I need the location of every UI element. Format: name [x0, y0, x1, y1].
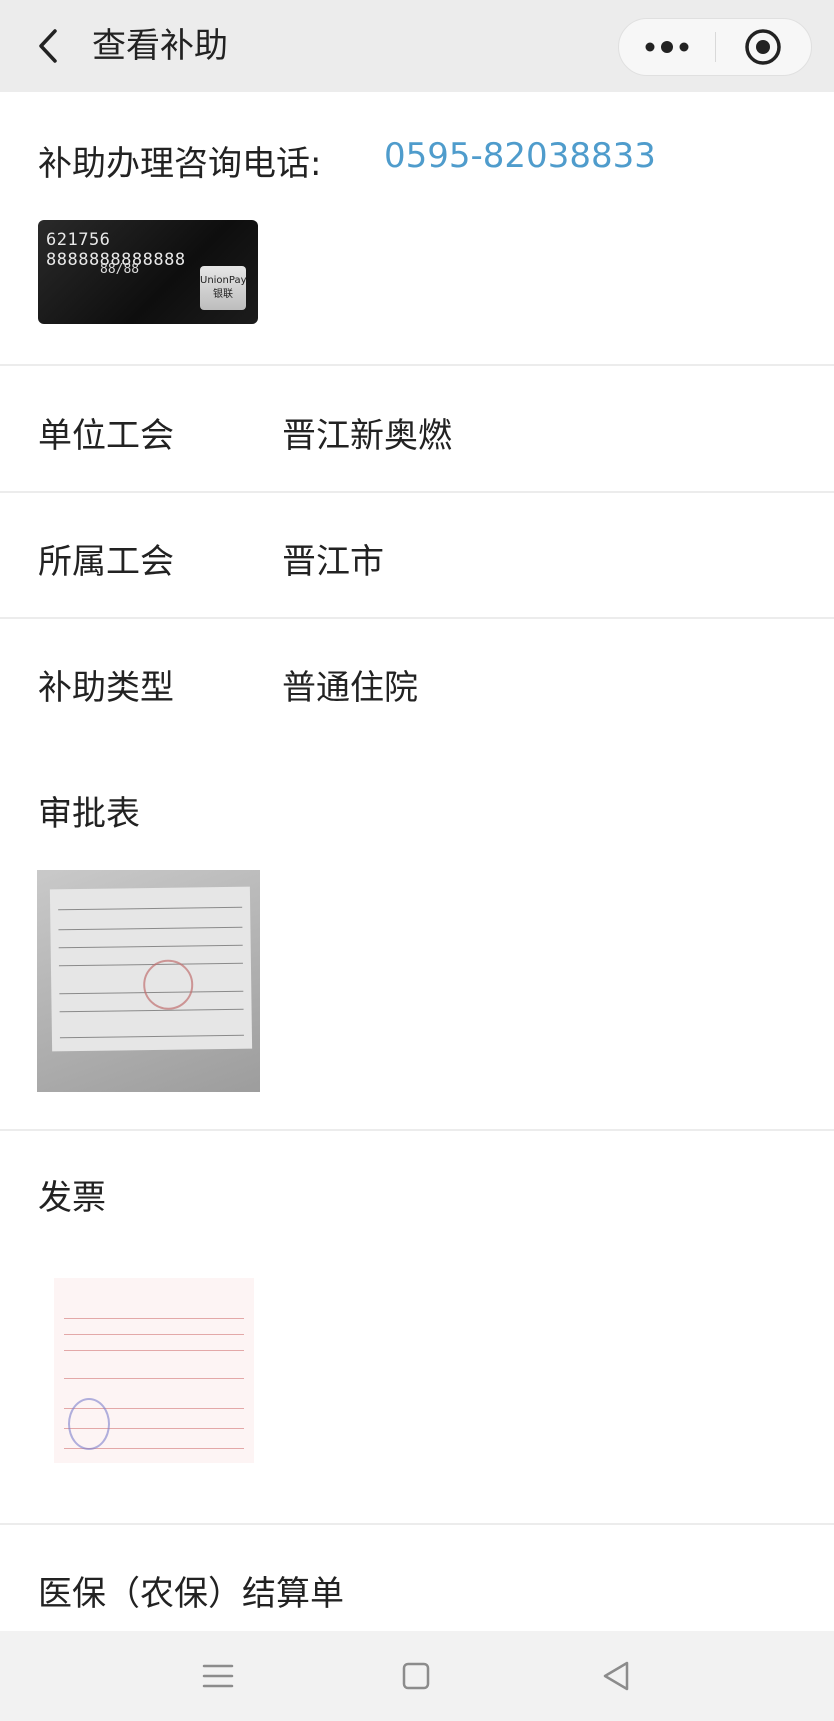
- card-number: 621756 8888888888888: [46, 230, 186, 270]
- page-title: 查看补助: [92, 26, 228, 66]
- target-close-icon: [745, 29, 781, 65]
- square-home-icon: [402, 1662, 430, 1690]
- card-valid-thru: 88/88: [100, 262, 140, 277]
- approval-stamp: [142, 959, 194, 1011]
- triangle-back-icon: [603, 1661, 629, 1691]
- bank-card-image[interactable]: 621756 8888888888888 88/88 UnionPay 银联: [38, 220, 258, 324]
- more-button[interactable]: [619, 19, 715, 75]
- menu-lines-icon: [202, 1664, 234, 1688]
- divider: [0, 364, 834, 366]
- system-nav-bar: [0, 1631, 834, 1721]
- close-mini-program-button[interactable]: [716, 19, 812, 75]
- menu-button[interactable]: [188, 1651, 248, 1701]
- invoice-seal: [68, 1398, 110, 1450]
- home-button[interactable]: [386, 1651, 446, 1701]
- field-value-parent-union: 晋江市: [282, 542, 384, 582]
- chevron-left-icon: [39, 29, 57, 63]
- more-dots-icon: [645, 41, 689, 53]
- consult-phone-link[interactable]: 0595-82038833: [384, 136, 656, 176]
- approval-form-image[interactable]: [37, 870, 260, 1092]
- divider: [0, 617, 834, 619]
- invoice-title: 发票: [38, 1178, 106, 1218]
- invoice-paper: [54, 1278, 254, 1463]
- field-label-unit-union: 单位工会: [38, 416, 174, 456]
- mini-program-capsule: [618, 18, 812, 76]
- top-bar: 查看补助: [0, 0, 834, 92]
- field-value-unit-union: 晋江新奥燃: [282, 416, 452, 456]
- field-label-subsidy-type: 补助类型: [38, 668, 174, 708]
- invoice-image[interactable]: [44, 1268, 259, 1480]
- system-back-button[interactable]: [586, 1651, 646, 1701]
- insurance-settlement-title: 医保（农保）结算单: [38, 1574, 344, 1614]
- approval-form-title: 审批表: [38, 794, 140, 834]
- divider: [0, 491, 834, 493]
- unionpay-logo: UnionPay 银联: [200, 266, 247, 310]
- divider: [0, 1129, 834, 1131]
- consult-label: 补助办理咨询电话:: [38, 144, 322, 184]
- field-value-subsidy-type: 普通住院: [282, 668, 418, 708]
- back-button[interactable]: [28, 22, 68, 70]
- field-label-parent-union: 所属工会: [38, 542, 174, 582]
- divider: [0, 1523, 834, 1525]
- approval-paper: [49, 886, 253, 1052]
